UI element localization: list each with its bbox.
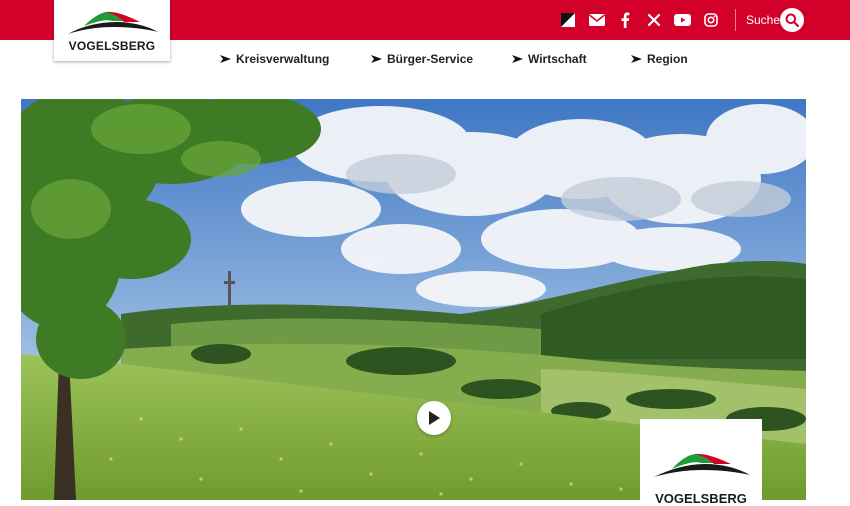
- facebook-icon[interactable]: [616, 11, 634, 29]
- nav-item-label: Kreisverwaltung: [236, 52, 330, 66]
- nav-item-wirtschaft[interactable]: Wirtschaft: [512, 52, 587, 66]
- contrast-icon[interactable]: [559, 11, 577, 29]
- mail-icon[interactable]: [588, 11, 606, 29]
- logo-text: VOGELSBERG: [68, 39, 156, 53]
- x-icon[interactable]: [645, 11, 663, 29]
- nav-item-region[interactable]: Region: [631, 52, 688, 66]
- nav-item-label: Bürger-Service: [387, 52, 474, 66]
- vogelsberg-logo-icon: [654, 453, 750, 477]
- badge-logo-text: VOGELSBERG: [655, 491, 747, 506]
- arrow-icon: [512, 55, 523, 63]
- vogelsberg-logo-icon: [68, 11, 158, 34]
- search-icon: [785, 13, 799, 27]
- arrow-icon: [631, 55, 642, 63]
- nav-item-label: Wirtschaft: [528, 52, 587, 66]
- search-button[interactable]: [780, 8, 804, 32]
- search-label[interactable]: Suche: [746, 13, 780, 27]
- site-logo[interactable]: VOGELSBERG: [54, 0, 170, 61]
- nav-item-buerger-service[interactable]: Bürger-Service: [371, 52, 473, 66]
- arrow-icon: [371, 55, 382, 63]
- nav-item-kreisverwaltung[interactable]: Kreisverwaltung: [220, 52, 329, 66]
- youtube-icon[interactable]: [673, 11, 691, 29]
- nav-item-label: Region: [647, 52, 688, 66]
- play-icon: [429, 411, 440, 425]
- header-divider: [735, 9, 736, 31]
- play-button[interactable]: [417, 401, 451, 435]
- hero-logo-badge: VOGELSBERG: [640, 419, 762, 506]
- instagram-icon[interactable]: [702, 11, 720, 29]
- arrow-icon: [220, 55, 231, 63]
